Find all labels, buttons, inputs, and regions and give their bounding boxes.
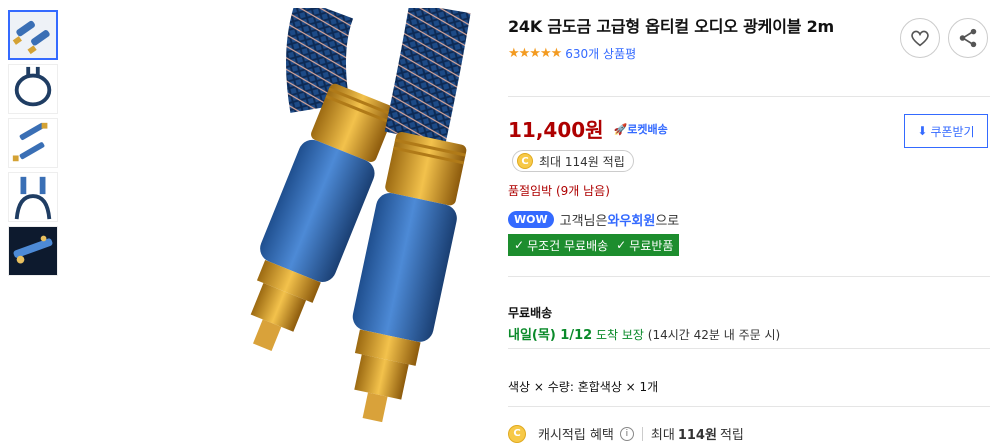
check-icon: ✓: [514, 238, 525, 252]
delivery-date: 내일(목) 1/12 도착 보장 (14시간 42분 내 주문 시): [508, 324, 780, 343]
share-icon: [959, 28, 977, 48]
wishlist-button[interactable]: [900, 18, 940, 58]
arrival-guarantee: 도착 보장: [592, 328, 644, 342]
product-title: 24K 금도금 고급형 옵티컬 오디오 광케이블 2m: [508, 17, 835, 36]
arrival-date: 내일(목) 1/12: [508, 328, 593, 343]
divider: [508, 406, 990, 407]
star-rating-icon: ★★★★★: [508, 45, 562, 61]
benefit-suffix: 적립: [719, 428, 744, 443]
wow-membership-row: WOW 고객님은 와우회원 으로: [508, 210, 679, 229]
thumbnail-3[interactable]: [8, 118, 58, 168]
product-info-panel: 24K 금도금 고급형 옵티컬 오디오 광케이블 2m ★★★★★ 630개 상…: [508, 14, 990, 443]
review-count-link[interactable]: 630개 상품평: [565, 45, 636, 62]
coupon-button[interactable]: ⬇ 쿠폰받기: [904, 114, 988, 148]
main-product-image: [70, 8, 478, 438]
info-icon[interactable]: i: [619, 426, 634, 441]
rocket-delivery-badge: 🚀로켓배송: [613, 122, 668, 136]
separator: [641, 426, 643, 441]
benefit-amount: 114원: [677, 428, 717, 443]
free-shipping-label: 무조건 무료배송: [527, 238, 609, 253]
cash-benefit-label: 캐시적립 혜택: [538, 428, 614, 443]
thumbnail-4[interactable]: [8, 172, 58, 222]
cash-benefit-row: C 캐시적립 혜택 i 최대 114원 적립: [508, 424, 744, 443]
thumbnail-5[interactable]: [8, 226, 58, 276]
wow-member-link[interactable]: 와우회원: [607, 210, 655, 229]
coupon-label: 쿠폰받기: [930, 124, 975, 139]
thumbnail-list: [8, 10, 58, 280]
price: 11,400원: [508, 118, 604, 142]
heart-icon: [911, 30, 929, 47]
check-icon: ✓: [616, 238, 627, 252]
price-row: 11,400원 🚀로켓배송: [508, 114, 668, 143]
points-text: 최대 114원 적립: [539, 154, 625, 169]
coin-icon: C: [508, 424, 526, 443]
stock-notice: 품절임박 (9개 남음): [508, 184, 610, 198]
wow-suffix: 으로: [655, 214, 680, 229]
download-icon: ⬇: [917, 124, 928, 138]
wow-benefits-box: ✓ 무조건 무료배송 ✓ 무료반품: [508, 234, 680, 256]
benefit-prefix: 최대: [650, 428, 675, 443]
wow-prefix: 고객님은: [559, 214, 608, 229]
wow-badge: WOW: [508, 211, 554, 228]
thumbnail-2[interactable]: [8, 64, 58, 114]
points-chip: C 최대 114원 적립: [512, 150, 634, 172]
coin-icon: C: [517, 153, 533, 169]
share-button[interactable]: [948, 18, 988, 58]
shipping-label: 무료배송: [508, 306, 553, 320]
divider: [508, 276, 990, 277]
selected-option: 색상 × 수량: 혼합색상 × 1개: [508, 380, 659, 394]
divider: [508, 348, 990, 349]
order-deadline: (14시간 42분 내 주문 시): [643, 328, 781, 342]
thumbnail-1[interactable]: [8, 10, 58, 60]
divider: [508, 96, 990, 97]
free-return-label: 무료반품: [629, 238, 674, 253]
